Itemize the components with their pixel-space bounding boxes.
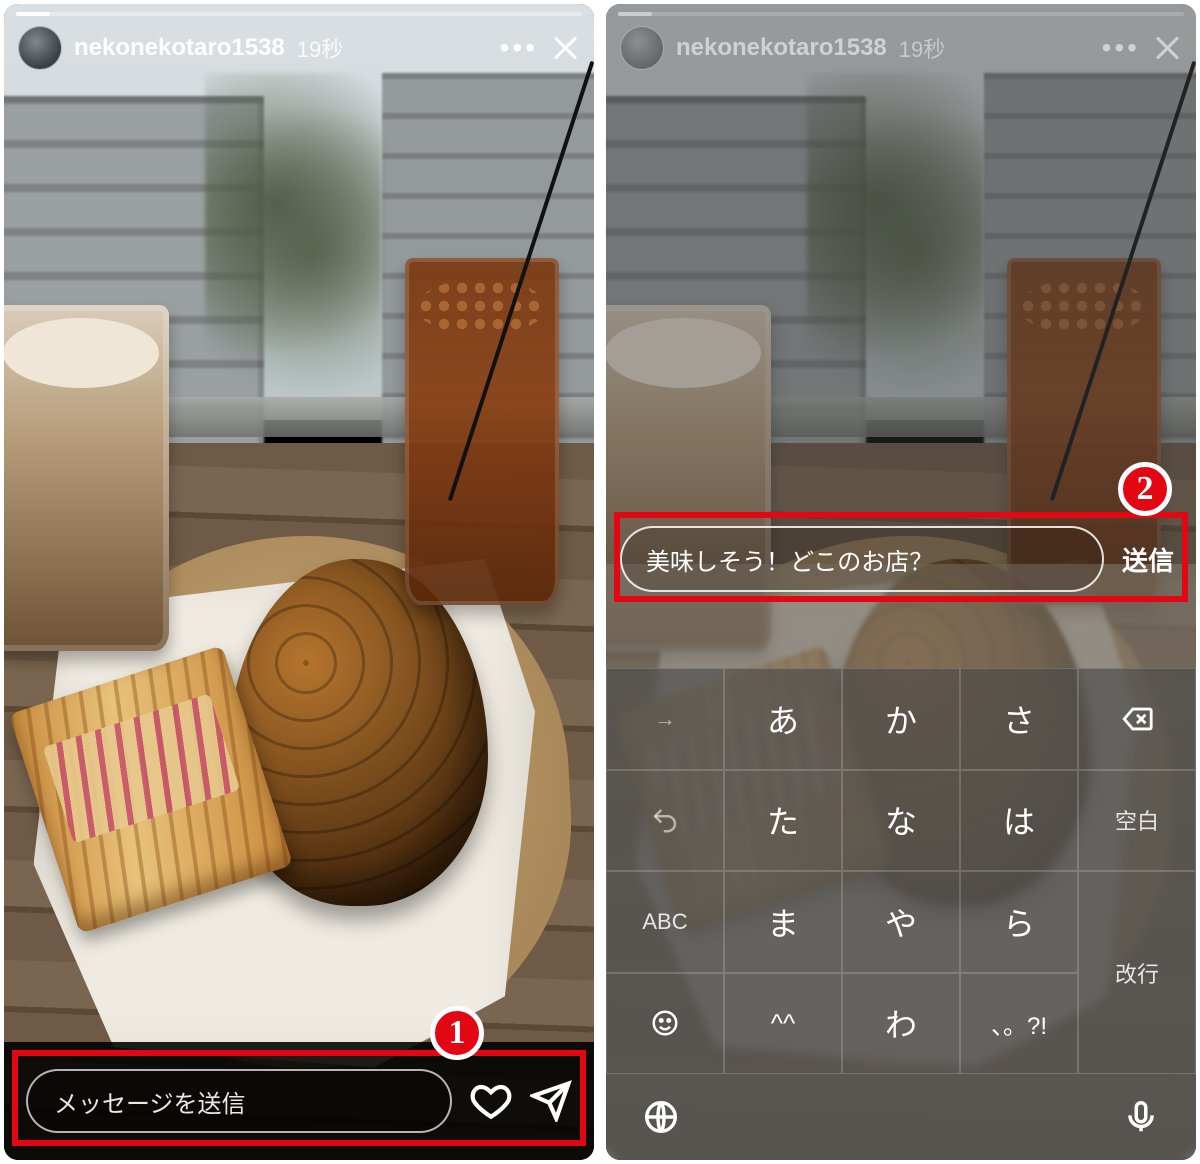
key-space[interactable]: 空白 xyxy=(1078,770,1196,872)
key-backspace-icon[interactable] xyxy=(1078,668,1196,770)
key-undo-icon[interactable] xyxy=(606,770,724,872)
key-a[interactable]: あ xyxy=(724,668,842,770)
key-sa[interactable]: さ xyxy=(960,668,1078,770)
key-return[interactable]: 改行 xyxy=(1078,871,1196,1074)
share-icon[interactable] xyxy=(530,1080,572,1122)
annotation-badge-1: 1 xyxy=(430,1006,484,1060)
key-kana-small[interactable]: ^^ xyxy=(724,973,842,1075)
key-ma[interactable]: ま xyxy=(724,871,842,973)
reply-input[interactable]: 美味しそう！どこのお店？ xyxy=(620,526,1104,592)
story-screenshot-right: nekonekotaro1538 19秒 ••• 美味しそう！どこのお店？ 送信… xyxy=(606,4,1196,1160)
key-ta[interactable]: た xyxy=(724,770,842,872)
key-wa[interactable]: わ xyxy=(842,973,960,1075)
username[interactable]: nekonekotaro1538 xyxy=(676,34,887,62)
story-timestamp: 19秒 xyxy=(899,32,945,64)
avatar[interactable] xyxy=(620,26,664,70)
key-abc[interactable]: ABC xyxy=(606,871,724,973)
close-icon[interactable] xyxy=(1152,33,1182,63)
mic-icon[interactable] xyxy=(1122,1098,1160,1136)
key-next-candidate[interactable]: → xyxy=(606,668,724,770)
globe-icon[interactable] xyxy=(642,1098,680,1136)
more-icon[interactable]: ••• xyxy=(500,32,538,64)
key-ha[interactable]: は xyxy=(960,770,1078,872)
avatar[interactable] xyxy=(18,26,62,70)
story-photo xyxy=(4,4,594,1160)
story-progress-bar xyxy=(16,12,582,16)
message-input[interactable]: メッセージを送信 xyxy=(26,1069,452,1133)
reply-row: 美味しそう！どこのお店？ 送信 xyxy=(620,524,1182,594)
key-ya[interactable]: や xyxy=(842,871,960,973)
story-bottom-bar: メッセージを送信 xyxy=(4,1042,594,1160)
reply-text: 美味しそう！どこのお店？ xyxy=(646,542,933,577)
story-header: nekonekotaro1538 19秒 ••• xyxy=(620,24,1182,72)
key-ka[interactable]: か xyxy=(842,668,960,770)
annotation-badge-2: 2 xyxy=(1118,462,1172,516)
story-timestamp: 19秒 xyxy=(297,32,343,64)
username[interactable]: nekonekotaro1538 xyxy=(74,34,285,62)
story-progress-bar xyxy=(618,12,1184,16)
send-button[interactable]: 送信 xyxy=(1114,541,1182,578)
like-icon[interactable] xyxy=(470,1080,512,1122)
keyboard: → あ か さ た な は 空白 ABC ま や ら 改行 ^^ わ 、。? xyxy=(606,668,1196,1160)
more-icon[interactable]: ••• xyxy=(1102,32,1140,64)
story-screenshot-left: nekonekotaro1538 19秒 ••• メッセージを送信 1 xyxy=(4,4,594,1160)
key-emoji-icon[interactable] xyxy=(606,973,724,1075)
story-header: nekonekotaro1538 19秒 ••• xyxy=(18,24,580,72)
message-placeholder: メッセージを送信 xyxy=(54,1084,246,1119)
key-na[interactable]: な xyxy=(842,770,960,872)
key-punct[interactable]: 、。?! xyxy=(960,973,1078,1075)
key-ra[interactable]: ら xyxy=(960,871,1078,973)
close-icon[interactable] xyxy=(550,33,580,63)
